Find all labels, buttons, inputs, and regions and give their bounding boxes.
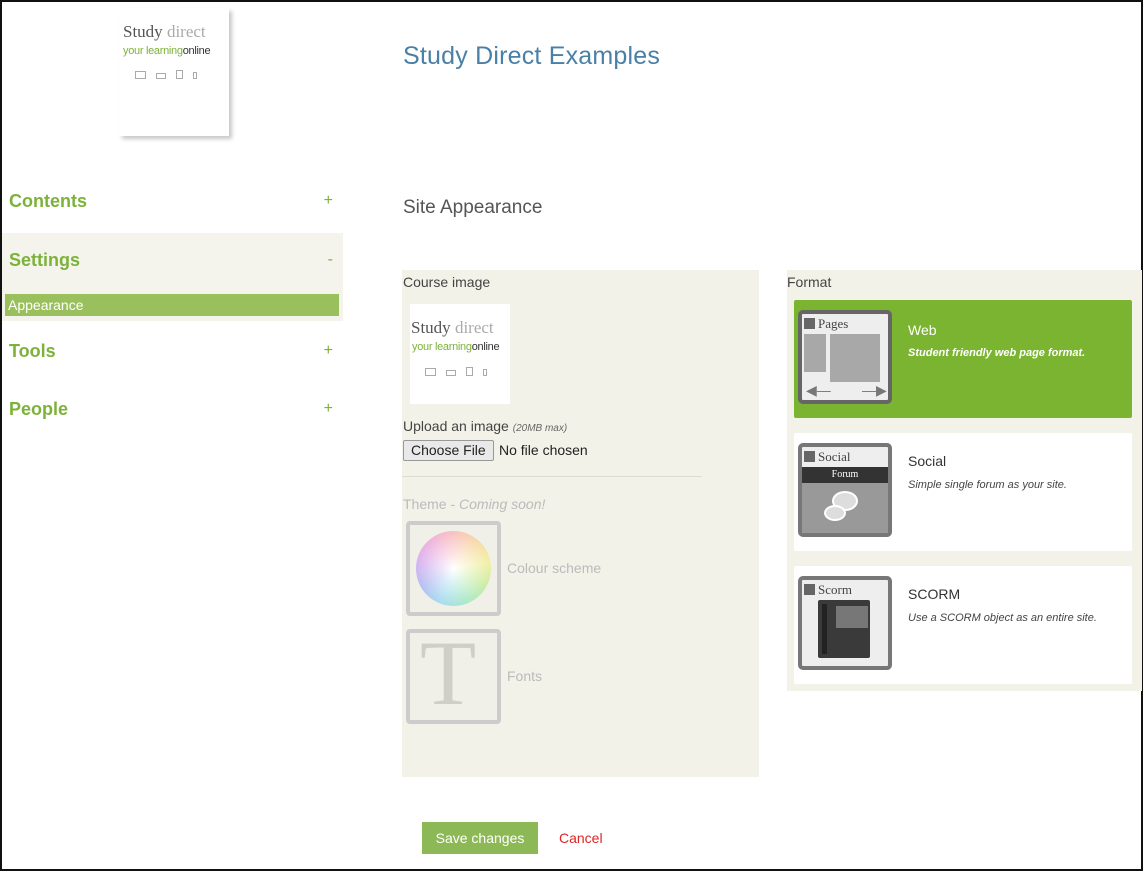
sidebar-item-people[interactable]: People + [2, 399, 343, 421]
sidebar-item-label: People [9, 399, 69, 419]
colour-scheme-tile [406, 521, 501, 616]
course-image-label: Course image [403, 274, 491, 290]
expand-icon[interactable]: + [324, 342, 333, 360]
format-option-web[interactable]: Pages ◀— —▶ Web Student friendly web pag… [794, 300, 1132, 418]
format-title: Web [908, 322, 937, 338]
page-block [830, 334, 880, 382]
divider [402, 476, 702, 477]
social-thumbnail: Social Forum [798, 443, 892, 537]
format-description: Student friendly web page format. [908, 347, 1086, 359]
site-logo[interactable]: Study direct your learningonline [119, 8, 229, 136]
theme-label-text: Theme - [403, 496, 456, 512]
monitor-icon [425, 368, 436, 376]
page-block [804, 334, 826, 372]
speech-bubble-icon [824, 505, 846, 521]
colour-scheme-label: Colour scheme [507, 560, 602, 576]
forum-icon [802, 483, 888, 533]
sidebar-item-settings[interactable]: Settings - [2, 250, 343, 272]
section-title: Site Appearance [403, 197, 543, 218]
social-thumb-title: Social [804, 449, 851, 465]
expand-icon[interactable]: + [324, 192, 333, 210]
format-title: Social [908, 453, 947, 469]
logo-tagline-part1: your learning [123, 45, 183, 57]
sidebar-item-tools[interactable]: Tools + [2, 341, 343, 363]
collapse-icon[interactable]: - [328, 251, 333, 269]
format-option-scorm[interactable]: Scorm SCORM Use a SCORM object as an ent… [794, 566, 1132, 684]
fonts-label: Fonts [507, 668, 543, 684]
colour-wheel-icon [416, 531, 491, 606]
expand-icon[interactable]: + [324, 400, 333, 418]
course-image-preview: Study direct your learningonline [410, 304, 510, 404]
arrow-left-icon: ◀— [806, 382, 831, 398]
preview-tagline: your learningonline [412, 341, 500, 353]
format-description: Simple single forum as your site. [908, 479, 1067, 491]
scorm-thumbnail: Scorm [798, 576, 892, 670]
forum-bar: Forum [802, 467, 888, 483]
laptop-icon [156, 73, 166, 79]
sidebar-item-label: Settings [9, 250, 81, 270]
pages-thumb-title: Pages [804, 316, 848, 332]
arrow-right-icon: —▶ [862, 382, 887, 398]
choose-file-button[interactable]: Choose File [403, 440, 494, 461]
letter-t-icon: T [420, 629, 477, 724]
sidebar-item-contents[interactable]: Contents + [2, 191, 343, 213]
preview-direct-text: direct [454, 318, 494, 337]
sidebar-item-label: Contents [9, 191, 87, 211]
sidebar-item-label: Tools [9, 341, 56, 361]
pages-thumbnail: Pages ◀— —▶ [798, 310, 892, 404]
logo-devices [135, 70, 197, 79]
site-title[interactable]: Study Direct Examples [403, 42, 660, 71]
upload-hint: (20MB max) [512, 423, 568, 434]
tablet-icon [176, 70, 183, 79]
preview-tagline-part2: online [471, 341, 500, 353]
save-changes-button[interactable]: Save changes [422, 822, 538, 854]
logo-study-text: Study [123, 22, 163, 41]
format-label: Format [787, 274, 832, 290]
book-page [836, 606, 868, 628]
format-description: Use a SCORM object as an entire site. [908, 612, 1097, 624]
monitor-icon [135, 71, 146, 79]
tablet-icon [466, 367, 473, 376]
file-status: No file chosen [499, 442, 588, 458]
preview-devices [425, 367, 487, 376]
laptop-icon [446, 370, 456, 376]
upload-label: Upload an image (20MB max) [403, 418, 567, 434]
format-option-social[interactable]: Social Forum Social Simple single forum … [794, 433, 1132, 551]
upload-label-text: Upload an image [403, 418, 509, 434]
page-frame: Study direct your learningonline Study D… [0, 0, 1143, 871]
format-title: SCORM [908, 586, 961, 602]
preview-study-text: Study [411, 318, 451, 337]
logo-wordmark: Study direct [123, 22, 206, 42]
cancel-link[interactable]: Cancel [559, 830, 603, 846]
phone-icon [193, 72, 197, 79]
scorm-thumb-title: Scorm [804, 582, 852, 598]
preview-tagline-part1: your learning [412, 341, 472, 353]
format-panel: Format Pages ◀— —▶ Web Student friendly … [787, 270, 1142, 691]
theme-label: Theme - Coming soon! [403, 496, 545, 512]
phone-icon [483, 369, 487, 376]
logo-tagline-part2: online [182, 45, 211, 57]
logo-tagline: your learningonline [123, 45, 211, 57]
course-image-panel: Course image Study direct your learningo… [402, 270, 759, 777]
fonts-tile: T [406, 629, 501, 724]
coming-soon-text: Coming soon! [459, 496, 546, 512]
preview-wordmark: Study direct [411, 318, 494, 338]
logo-direct-text: direct [166, 22, 206, 41]
book-spine [822, 604, 827, 654]
sidebar-subitem-appearance[interactable]: Appearance [5, 294, 339, 316]
